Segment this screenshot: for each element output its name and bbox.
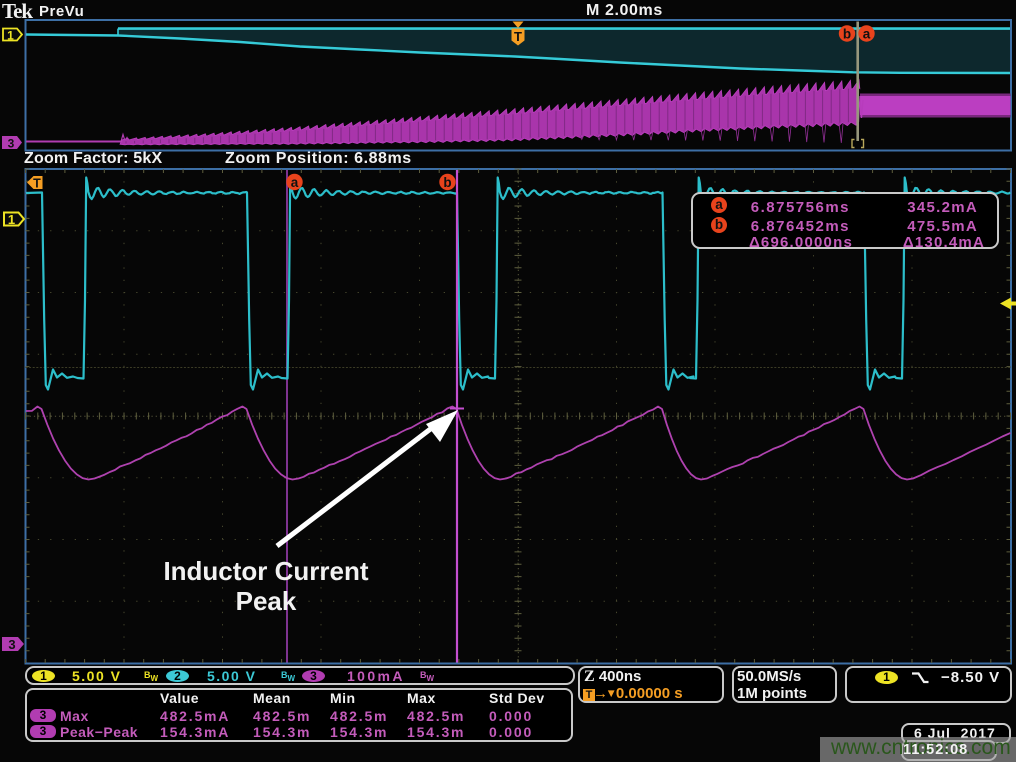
svg-text:a: a: [291, 175, 299, 190]
svg-text:b: b: [443, 175, 451, 190]
svg-text:3: 3: [8, 637, 15, 652]
svg-text:1: 1: [8, 212, 15, 227]
svg-text:b: b: [843, 27, 851, 42]
svg-text:T: T: [514, 29, 522, 44]
svg-text:1: 1: [7, 29, 14, 43]
svg-text:T: T: [33, 177, 41, 191]
svg-text:a: a: [863, 27, 871, 42]
svg-text:3: 3: [8, 137, 15, 151]
